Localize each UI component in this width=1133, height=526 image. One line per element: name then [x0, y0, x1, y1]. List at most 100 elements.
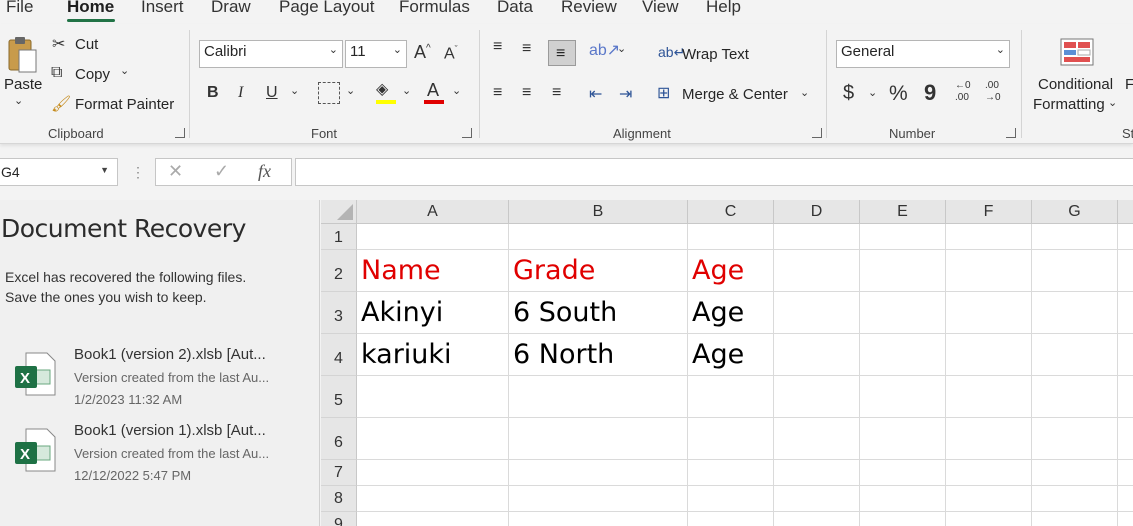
row-header[interactable]: 2	[321, 250, 357, 292]
font-size-select[interactable]: 11 ⌄	[345, 40, 407, 68]
column-header[interactable]: C	[688, 200, 774, 224]
row-header[interactable]: 5	[321, 376, 357, 418]
cell[interactable]	[946, 486, 1032, 512]
insert-function-icon[interactable]: fx	[258, 161, 271, 182]
cell[interactable]	[774, 512, 860, 526]
cell[interactable]	[1032, 376, 1118, 418]
cell[interactable]	[946, 376, 1032, 418]
cell[interactable]: kariuki	[357, 334, 509, 376]
cell[interactable]	[1118, 224, 1133, 250]
shrink-font-icon[interactable]: Aˇ	[444, 44, 458, 63]
format-painter-icon[interactable]: 🖌	[51, 94, 71, 114]
cell[interactable]	[946, 224, 1032, 250]
cell[interactable]	[1032, 486, 1118, 512]
cell[interactable]	[774, 334, 860, 376]
underline-button[interactable]: U	[266, 84, 278, 102]
align-middle-icon[interactable]: ≡	[522, 40, 531, 58]
cell[interactable]	[774, 376, 860, 418]
borders-icon[interactable]	[318, 82, 340, 104]
cell[interactable]	[509, 224, 688, 250]
cell[interactable]	[688, 224, 774, 250]
recovery-file-item[interactable]: X Book1 (version 1).xlsb [Aut... Version…	[0, 422, 320, 488]
cell[interactable]	[774, 224, 860, 250]
cancel-icon[interactable]: ✕	[168, 161, 183, 182]
clipboard-launcher-icon[interactable]	[175, 128, 185, 138]
cell[interactable]	[1032, 224, 1118, 250]
font-launcher-icon[interactable]	[462, 128, 472, 138]
number-launcher-icon[interactable]	[1006, 128, 1016, 138]
font-color-icon[interactable]: A	[427, 80, 439, 101]
cell[interactable]	[357, 512, 509, 526]
currency-button[interactable]: $	[843, 82, 854, 105]
cell[interactable]	[509, 512, 688, 526]
cut-button[interactable]: Cut	[75, 36, 98, 53]
cell[interactable]	[357, 486, 509, 512]
cell[interactable]	[946, 292, 1032, 334]
paste-icon[interactable]	[6, 34, 38, 74]
column-header[interactable]: A	[357, 200, 509, 224]
cell[interactable]	[860, 418, 946, 460]
cell[interactable]: Age	[688, 334, 774, 376]
recovery-file-item[interactable]: X Book1 (version 2).xlsb [Aut... Version…	[0, 346, 320, 412]
tab-draw[interactable]: Draw	[211, 0, 251, 17]
grow-font-icon[interactable]: A^	[414, 42, 431, 63]
cell[interactable]	[860, 376, 946, 418]
chevron-down-icon[interactable]: ⌄	[868, 86, 877, 99]
align-right-icon[interactable]: ≡	[552, 84, 561, 102]
cell[interactable]	[860, 292, 946, 334]
cell[interactable]	[688, 460, 774, 486]
chevron-down-icon[interactable]: ⌄	[120, 64, 129, 77]
copy-icon[interactable]: ⧉	[51, 64, 62, 82]
cell[interactable]: 6 South	[509, 292, 688, 334]
tab-help[interactable]: Help	[706, 0, 741, 17]
column-header[interactable]: F	[946, 200, 1032, 224]
cell[interactable]	[1118, 292, 1133, 334]
conditional-formatting-button[interactable]: Conditional	[1038, 76, 1113, 93]
name-box[interactable]: G4 ▼	[0, 158, 118, 186]
column-header[interactable]: E	[860, 200, 946, 224]
row-header[interactable]: 6	[321, 418, 357, 460]
cell[interactable]	[860, 486, 946, 512]
alignment-launcher-icon[interactable]	[812, 128, 822, 138]
align-top-icon[interactable]: ≡	[493, 38, 502, 56]
cell[interactable]	[1118, 376, 1133, 418]
cell[interactable]	[946, 334, 1032, 376]
cell[interactable]	[357, 376, 509, 418]
cell[interactable]	[1118, 486, 1133, 512]
cell[interactable]	[509, 418, 688, 460]
cell[interactable]	[946, 460, 1032, 486]
align-left-icon[interactable]: ≡	[493, 84, 502, 102]
tab-view[interactable]: View	[642, 0, 679, 17]
row-header[interactable]: 9	[321, 512, 357, 526]
cell[interactable]	[357, 460, 509, 486]
cell[interactable]	[1032, 418, 1118, 460]
row-header[interactable]: 7	[321, 460, 357, 486]
cell[interactable]	[1032, 250, 1118, 292]
cell[interactable]	[509, 460, 688, 486]
cell[interactable]	[1118, 512, 1133, 526]
tab-review[interactable]: Review	[561, 0, 617, 17]
cell[interactable]	[357, 224, 509, 250]
chevron-down-icon[interactable]: ⌄	[800, 86, 809, 99]
cell[interactable]	[860, 224, 946, 250]
tab-page-layout[interactable]: Page Layout	[279, 0, 374, 17]
cell[interactable]	[509, 486, 688, 512]
cell[interactable]	[860, 250, 946, 292]
cell[interactable]	[509, 376, 688, 418]
format-as-table-button[interactable]: F	[1125, 76, 1133, 93]
cell[interactable]: Grade	[509, 250, 688, 292]
cell[interactable]	[1118, 418, 1133, 460]
cell[interactable]: Akinyi	[357, 292, 509, 334]
cell[interactable]	[774, 250, 860, 292]
conditional-formatting-icon[interactable]	[1060, 38, 1094, 66]
row-header[interactable]: 1	[321, 224, 357, 250]
chevron-down-icon[interactable]: ⌄	[402, 84, 411, 97]
cell[interactable]	[1032, 334, 1118, 376]
chevron-down-icon[interactable]: ⌄	[346, 84, 355, 97]
align-center-icon[interactable]: ≡	[522, 84, 531, 102]
align-bottom-button[interactable]: ≡	[548, 40, 576, 66]
cell[interactable]	[1118, 334, 1133, 376]
tab-insert[interactable]: Insert	[141, 0, 184, 17]
decrease-indent-icon[interactable]: ⇤	[589, 84, 602, 104]
merge-center-icon[interactable]: ⊞	[657, 83, 670, 103]
